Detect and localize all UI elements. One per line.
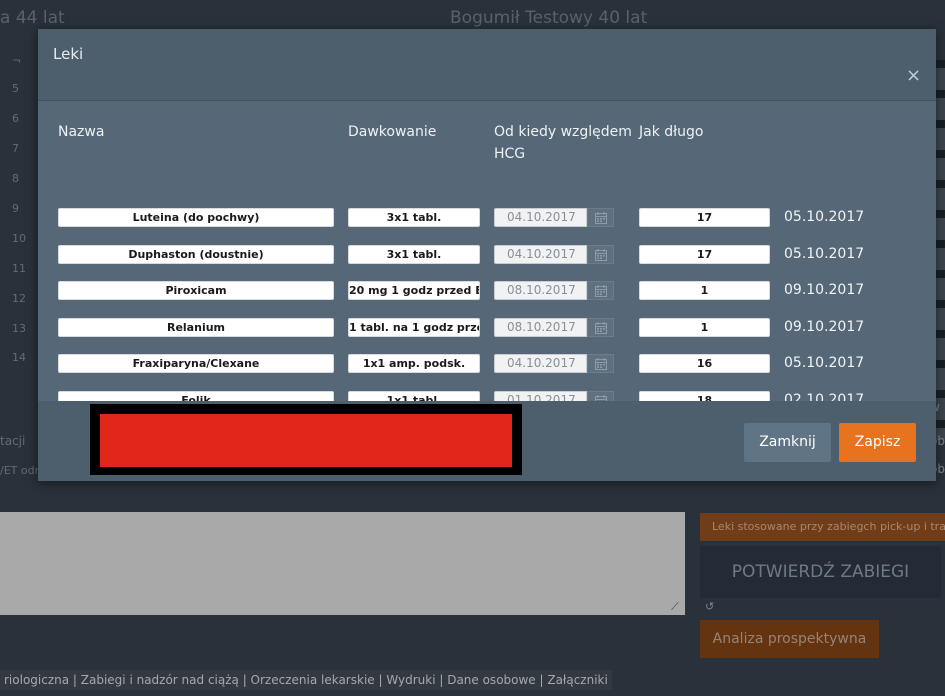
medications-modal: Leki × Nazwa Dawkowanie Od kiedy względe… [38,29,936,481]
since-date-input[interactable]: 08.10.2017 [494,281,587,300]
dosage-input[interactable]: 3x1 tabl. [348,208,480,227]
calendar-button[interactable] [587,354,614,373]
medication-name-input[interactable]: Duphaston (doustnie) [58,244,334,264]
modal-title: Leki [53,45,84,63]
modal-body: Nazwa Dawkowanie Od kiedy względem HCG J… [38,101,936,410]
since-date-input[interactable]: 04.10.2017 [494,354,587,373]
since-date-input[interactable]: 04.10.2017 [494,244,587,264]
since-date-input[interactable]: 08.10.2017 [494,317,587,337]
column-header-since: Od kiedy względem HCG [494,121,632,165]
dosage-input[interactable]: 3x1 tabl. [348,244,480,264]
close-icon[interactable]: × [906,65,921,86]
duration-input[interactable]: 17 [639,208,770,227]
close-button[interactable]: Zamknij [744,423,831,462]
duration-input[interactable]: 16 [639,354,770,373]
dosage-input[interactable]: 20 mg 1 godz przed ET [348,281,480,300]
medication-name-input[interactable]: Luteina (do pochwy) [58,208,334,227]
medication-name-input[interactable]: Fraxiparyna/Clexane [58,354,334,373]
duration-input[interactable]: 1 [639,317,770,337]
dosage-input[interactable]: 1x1 amp. podsk. [348,354,480,373]
calendar-button[interactable] [587,244,614,264]
calendar-button[interactable] [587,317,614,337]
dosage-input[interactable]: 1 tabl. na 1 godz przed I [348,317,480,337]
redacted-area [90,404,522,475]
column-header-dose: Dawkowanie [348,124,437,140]
save-button[interactable]: Zapisz [839,423,916,462]
end-date: 09.10.2017 [784,318,865,335]
since-date-input[interactable]: 04.10.2017 [494,208,587,227]
column-header-since-line1: Od kiedy względem [494,124,632,140]
duration-input[interactable]: 1 [639,281,770,300]
medication-name-input[interactable]: Piroxicam [58,281,334,300]
column-header-duration: Jak długo [639,124,704,140]
column-header-name: Nazwa [58,124,105,140]
column-header-since-line2: HCG [494,146,526,162]
end-date: 09.10.2017 [784,282,865,298]
end-date: 05.10.2017 [784,245,865,262]
end-date: 05.10.2017 [784,355,865,371]
calendar-button[interactable] [587,208,614,227]
medication-name-input[interactable]: Relanium [58,317,334,337]
duration-input[interactable]: 17 [639,244,770,264]
redaction-block [100,414,512,467]
end-date: 05.10.2017 [784,209,865,225]
calendar-button[interactable] [587,281,614,300]
modal-header: Leki × [38,29,936,101]
modal-footer: Zamknij Zapisz [38,401,936,481]
